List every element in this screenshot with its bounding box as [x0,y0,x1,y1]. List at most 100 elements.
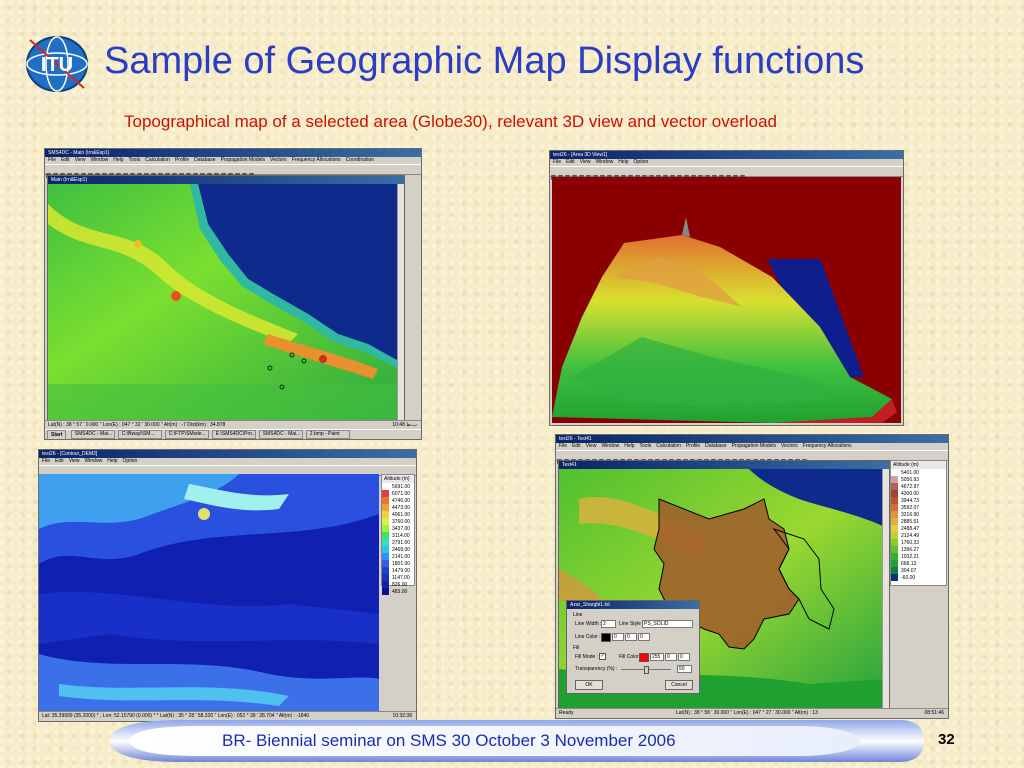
start-button[interactable]: Start [47,430,67,439]
menu-item[interactable]: File [48,157,56,163]
menu-item[interactable]: View [580,159,591,165]
menu-item[interactable]: View [75,157,86,163]
contour-map[interactable] [39,474,379,712]
legend-value: 2885.51 [901,518,920,525]
menu-item[interactable]: Tools [129,157,141,163]
legend-value: 5056.93 [901,476,920,483]
legend-entry: 2488.47 [891,525,946,532]
menu-item[interactable]: Help [618,159,628,165]
legend-entry: 4473.00 [382,504,414,511]
cancel-button[interactable]: Cancel [665,680,693,690]
line-width-input[interactable]: 2 [601,620,616,628]
slide-subtitle: Topographical map of a selected area (Gl… [124,112,777,131]
legend-value: 1396.27 [901,546,920,553]
menubar: File Edit View Window Help Option [39,458,416,465]
menu-item[interactable]: File [42,458,50,464]
ok-button[interactable]: OK [575,680,603,690]
transparency-input[interactable]: 50 [677,665,692,673]
menu-item[interactable]: Window [84,458,102,464]
transparency-slider-thumb[interactable] [644,666,649,674]
line-color-b[interactable]: 0 [638,633,650,641]
menu-item[interactable]: Edit [55,458,64,464]
vertical-scrollbar[interactable] [882,469,889,710]
menu-item[interactable]: Window [601,443,619,449]
line-color-g[interactable]: 0 [625,633,637,641]
menu-item[interactable]: Window [90,157,108,163]
menu-item[interactable]: Edit [572,443,581,449]
fill-color-b[interactable]: 0 [678,653,690,661]
altitude-legend: Altitude (m) 5401.00 5056.93 4672.97 4300.0… [890,460,947,586]
status-bar: Ready Lat(N) : 38 ° 58 ' 30.000 " Lon(E)… [556,708,948,718]
status-clock: 08:51:46 [924,710,944,716]
child-window: Main (Irn&Esp1) [47,175,405,421]
menubar: File Edit View Window Help Tools Calculation Pr… [556,443,948,450]
legend-swatch [891,553,898,560]
legend-value: 668.13 [901,560,917,567]
footer-text: BR- Biennial seminar on SMS 30 October 3… [222,731,676,750]
taskbar-item[interactable]: C:\FTP\SMsde... [164,430,209,439]
menu-item[interactable]: Database [194,157,215,163]
topographic-map[interactable] [48,184,404,420]
menu-item[interactable]: View [69,458,80,464]
menu-item[interactable]: Frequency Allocations [292,157,341,163]
taskbar-item[interactable]: SMS4DC - Mai... [70,430,115,439]
menu-item[interactable]: Vectors [270,157,287,163]
menu-item[interactable]: Profile [686,443,700,449]
vector-style-dialog: Azar_Sharghi1.txt Line Line Width : 2 Li… [566,600,700,694]
menu-item[interactable]: File [559,443,567,449]
menu-item[interactable]: Vectors [781,443,798,449]
menu-item[interactable]: Database [705,443,726,449]
toolbar [45,164,421,178]
taskbar-item[interactable]: E:\SMS4DC\Pro... [211,430,256,439]
menu-item[interactable]: Help [113,157,123,163]
menu-item[interactable]: Edit [61,157,70,163]
menu-item[interactable]: Option [634,159,649,165]
menu-item[interactable]: Help [624,443,634,449]
legend-entry: 3114.00 [382,532,414,539]
menu-item[interactable]: File [553,159,561,165]
menu-item[interactable]: Help [107,458,117,464]
fill-color-swatch[interactable] [639,653,649,662]
taskbar-item[interactable]: 2.bmp - Paint [305,430,350,439]
menu-item[interactable]: Calculation [656,443,681,449]
menu-item[interactable]: Propagation Models [732,443,776,449]
menu-item[interactable]: Propagation Models [221,157,265,163]
legend-swatch [382,497,389,504]
legend-swatch [891,574,898,581]
legend-value: 483.00 [392,588,408,595]
menu-item[interactable]: Coordination [346,157,374,163]
taskbar-item[interactable]: SMS4DC - Mai... [258,430,303,439]
page-number: 32 [938,731,955,748]
legend-value: 2468.00 [392,546,411,553]
line-color-swatch[interactable] [601,633,611,642]
menu-item[interactable]: Frequency Allocations [803,443,852,449]
vertical-scrollbar[interactable] [397,184,404,420]
fill-mode-checkbox[interactable]: ✓ [599,653,606,660]
fill-color-r[interactable]: 255 [650,653,664,661]
legend-entry: 1760.33 [891,539,946,546]
menu-item[interactable]: Edit [566,159,575,165]
3d-terrain-view[interactable] [552,177,901,423]
legend-entry: 2124.49 [891,532,946,539]
fill-color-g[interactable]: 0 [665,653,677,661]
menu-item[interactable]: Option [123,458,138,464]
legend-swatch [382,525,389,532]
menu-item[interactable]: View [586,443,597,449]
legend-swatch [891,483,898,490]
taskbar-item[interactable]: C:\Bwayl\SM... [117,430,162,439]
menu-item[interactable]: Calculation [145,157,170,163]
line-style-select[interactable]: PS_SOLID [642,620,693,628]
legend-value: 5401.00 [901,469,920,476]
legend-value: 826.00 [392,581,408,588]
legend-entry: 304.07 [891,567,946,574]
legend-value: 3114.00 [392,532,410,539]
menu-item[interactable]: Window [595,159,613,165]
legend-swatch [891,525,898,532]
legend-swatch [382,490,389,497]
legend-swatch [382,518,389,525]
menu-item[interactable]: Profile [175,157,189,163]
legend-value: 5691.00 [392,483,411,490]
menu-item[interactable]: Tools [640,443,652,449]
line-color-r[interactable]: 0 [612,633,624,641]
legend-swatch [382,504,389,511]
